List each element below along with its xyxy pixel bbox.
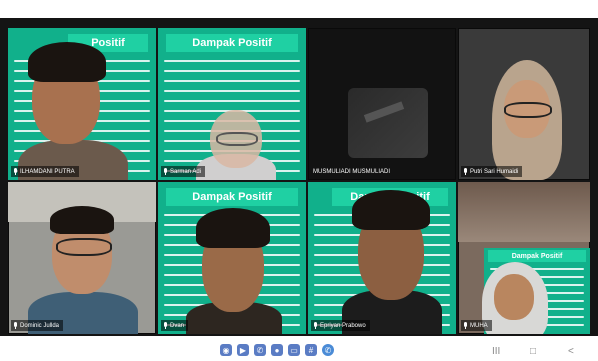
participant-tile-musmuliadi[interactable]: MUSMULIADI MUSMULIADI [308,28,456,180]
participant-tile-muha[interactable]: Dampak Positif MUHA [458,182,590,334]
meeting-toolbar: ◉ ▶ ✆ ● ▭ # ✆ [220,344,334,356]
nav-back-button[interactable]: < [568,346,574,357]
participant-name-tag: Putri Sari Humaidi [461,166,523,177]
participant-video [8,28,156,180]
participant-name-tag: Dvan [161,320,189,331]
video-call-grid: Positif ILHAMDANI PUTRA Dampak Positif S… [0,18,598,336]
participant-name-tag: Dominic Jullda [11,320,64,331]
people-icon[interactable]: ● [271,344,283,356]
grid-icon[interactable]: # [305,344,317,356]
camera-icon[interactable]: ◉ [220,344,232,356]
phone-icon[interactable]: ✆ [254,344,266,356]
participant-tile-dominic[interactable]: Dominic Jullda [8,182,156,334]
participant-video [458,182,590,334]
nav-recents-button[interactable]: III [492,346,500,357]
participant-video [458,28,590,180]
mic-icon [313,322,318,329]
participant-name: Sarman Adi [170,168,202,175]
mic-icon [163,322,168,329]
participant-name: Putri Sari Humaidi [470,168,519,175]
participant-video [308,182,456,334]
participant-name-tag: MUSMULIADI MUSMULIADI [311,166,394,177]
participant-name: MUSMULIADI MUSMULIADI [313,168,391,175]
participant-video [158,28,306,180]
participant-tile-sarman[interactable]: Dampak Positif Sarman Adi [158,28,306,180]
mic-icon [463,322,468,329]
participant-video [158,182,306,334]
participant-tile-ilhamdani[interactable]: Positif ILHAMDANI PUTRA [8,28,156,180]
participant-tile-dvan[interactable]: Dampak Positif Dvan [158,182,306,334]
participant-name-tag: ILHAMDANI PUTRA [11,166,79,177]
participant-name: MUHA [470,322,488,329]
mic-icon [13,168,18,175]
video-icon[interactable]: ▶ [237,344,249,356]
participant-name: ILHAMDANI PUTRA [20,168,75,175]
mic-icon [163,168,168,175]
participant-name: Dvan [170,322,185,329]
whatsapp-icon[interactable]: ✆ [322,344,334,356]
participant-video [308,28,456,180]
nav-home-button[interactable]: □ [530,346,536,357]
participant-name-tag: Epriyan Prabowo [311,320,370,331]
participant-video [8,182,156,334]
mic-icon [13,322,18,329]
participant-tile-putri[interactable]: Putri Sari Humaidi [458,28,590,180]
participant-name: Dominic Jullda [20,322,60,329]
participant-name-tag: Sarman Adi [161,166,206,177]
participant-tile-epriyan[interactable]: Dampak Positif Epriyan Prabowo [308,182,456,334]
participant-name: Epriyan Prabowo [320,322,366,329]
mic-icon [463,168,468,175]
participant-name-tag: MUHA [461,320,492,331]
screen-share-icon[interactable]: ▭ [288,344,300,356]
